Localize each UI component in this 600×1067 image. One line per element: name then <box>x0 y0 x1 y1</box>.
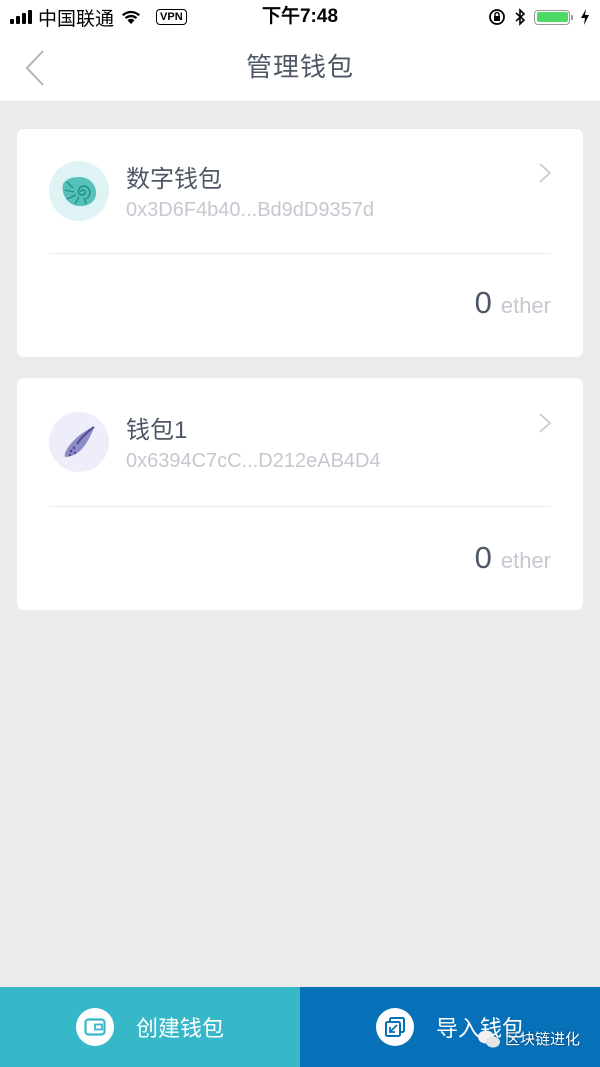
wallet-card[interactable]: 钱包1 0x6394C7cC...D212eAB4D4 0 ether <box>17 378 583 610</box>
wechat-icon <box>477 1030 500 1047</box>
divider <box>49 253 551 254</box>
wallet-card[interactable]: 数字钱包 0x3D6F4b40...Bd9dD9357d 0 ether <box>17 129 583 357</box>
wallet-avatar <box>49 161 109 221</box>
balance-unit: ether <box>500 293 551 318</box>
balance-value: 0 <box>474 540 492 575</box>
conch-shell-icon <box>64 426 95 457</box>
rotation-lock-icon <box>489 9 505 25</box>
wallet-avatar <box>49 412 109 472</box>
wallet-name: 数字钱包 <box>126 166 222 193</box>
charging-icon <box>581 9 589 25</box>
wallet-icon <box>75 1008 114 1046</box>
page-title: 管理钱包 <box>245 52 354 82</box>
chevron-right-icon <box>539 413 552 433</box>
balance-unit: ether <box>500 548 551 573</box>
balance-value: 0 <box>474 285 492 320</box>
import-icon <box>375 1008 414 1046</box>
wallet-address: 0x6394C7cC...D212eAB4D4 <box>126 450 381 472</box>
import-wallet-button[interactable]: 导入钱包 <box>300 987 600 1067</box>
watermark-text: 区块链进化 <box>504 1031 580 1048</box>
status-right <box>488 4 590 30</box>
wallet-address: 0x3D6F4b40...Bd9dD9357d <box>126 199 374 221</box>
wallet-name: 钱包1 <box>126 417 188 444</box>
watermark: 区块链进化 <box>477 1028 580 1049</box>
nav-bar: 管理钱包 <box>0 34 600 102</box>
wallet-balance: 0 ether <box>475 285 551 321</box>
battery-icon <box>534 9 573 25</box>
chevron-right-icon <box>539 163 552 183</box>
bluetooth-icon <box>515 8 526 26</box>
divider <box>49 506 551 507</box>
create-wallet-button[interactable]: 创建钱包 <box>0 987 300 1067</box>
wallet-balance: 0 ether <box>475 540 551 576</box>
bottom-action-bar: 创建钱包 导入钱包 <box>0 987 600 1067</box>
status-bar: 中国联通 VPN 下午7:48 <box>0 0 600 34</box>
create-wallet-label: 创建钱包 <box>135 1016 224 1041</box>
nautilus-shell-icon <box>62 177 97 207</box>
